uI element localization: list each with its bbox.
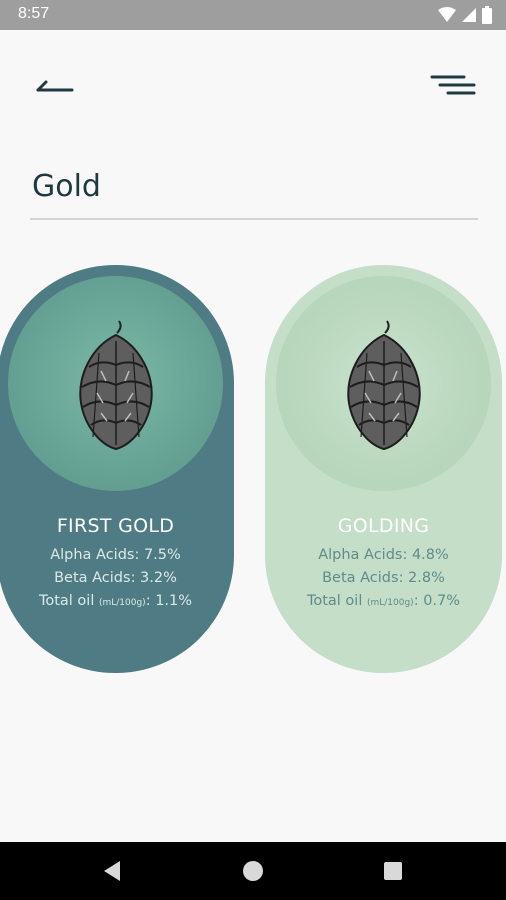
beta-acids: Beta Acids: 3.2% (54, 570, 177, 586)
nav-back-button[interactable] (100, 858, 126, 884)
card-title: FIRST GOLD (56, 515, 175, 537)
beta-acids: Beta Acids: 2.8% (322, 570, 445, 586)
menu-icon (430, 75, 476, 95)
app-screen: FIRST GOLD Alpha Acids: 7.5% Beta Acids:… (0, 30, 506, 842)
nav-recents-button[interactable] (380, 858, 406, 884)
hop-card-golding[interactable]: GOLDING Alpha Acids: 4.8% Beta Acids: 2.… (265, 265, 502, 673)
home-circle-icon (243, 861, 263, 881)
menu-button[interactable] (428, 70, 478, 100)
nav-home-button[interactable] (240, 858, 266, 884)
recents-square-icon (384, 862, 402, 880)
system-nav-bar (0, 842, 506, 900)
total-oil-unit: (mL/100g) (98, 598, 146, 608)
total-oil: Total oil (mL/100g): 0.7% (265, 593, 502, 609)
battery-icon (482, 6, 492, 24)
back-triangle-icon (104, 861, 120, 881)
hop-cone-icon (346, 320, 421, 451)
status-icons (438, 6, 492, 24)
signal-icon (462, 8, 476, 22)
wifi-icon (438, 7, 456, 22)
total-oil: Total oil (mL/100g): 1.1% (0, 593, 234, 609)
status-time: 8:57 (18, 5, 50, 22)
card-title: GOLDING (337, 515, 430, 537)
total-oil-unit: (mL/100g) (366, 598, 414, 608)
hop-card-first-gold[interactable]: FIRST GOLD Alpha Acids: 7.5% Beta Acids:… (0, 265, 234, 673)
total-oil-label: Total oil (38, 593, 95, 609)
total-oil-label: Total oil (306, 593, 363, 609)
total-oil-value: : 1.1% (145, 593, 193, 609)
status-bar: 8:57 (0, 0, 506, 30)
search-input[interactable] (32, 164, 472, 208)
alpha-acids: Alpha Acids: 4.8% (318, 547, 449, 563)
total-oil-value: : 0.7% (413, 593, 461, 609)
hop-cone-icon (78, 320, 153, 451)
alpha-acids: Alpha Acids: 7.5% (50, 547, 181, 563)
back-button[interactable] (32, 70, 76, 100)
back-arrow-icon (36, 80, 74, 92)
search-field (30, 158, 478, 220)
